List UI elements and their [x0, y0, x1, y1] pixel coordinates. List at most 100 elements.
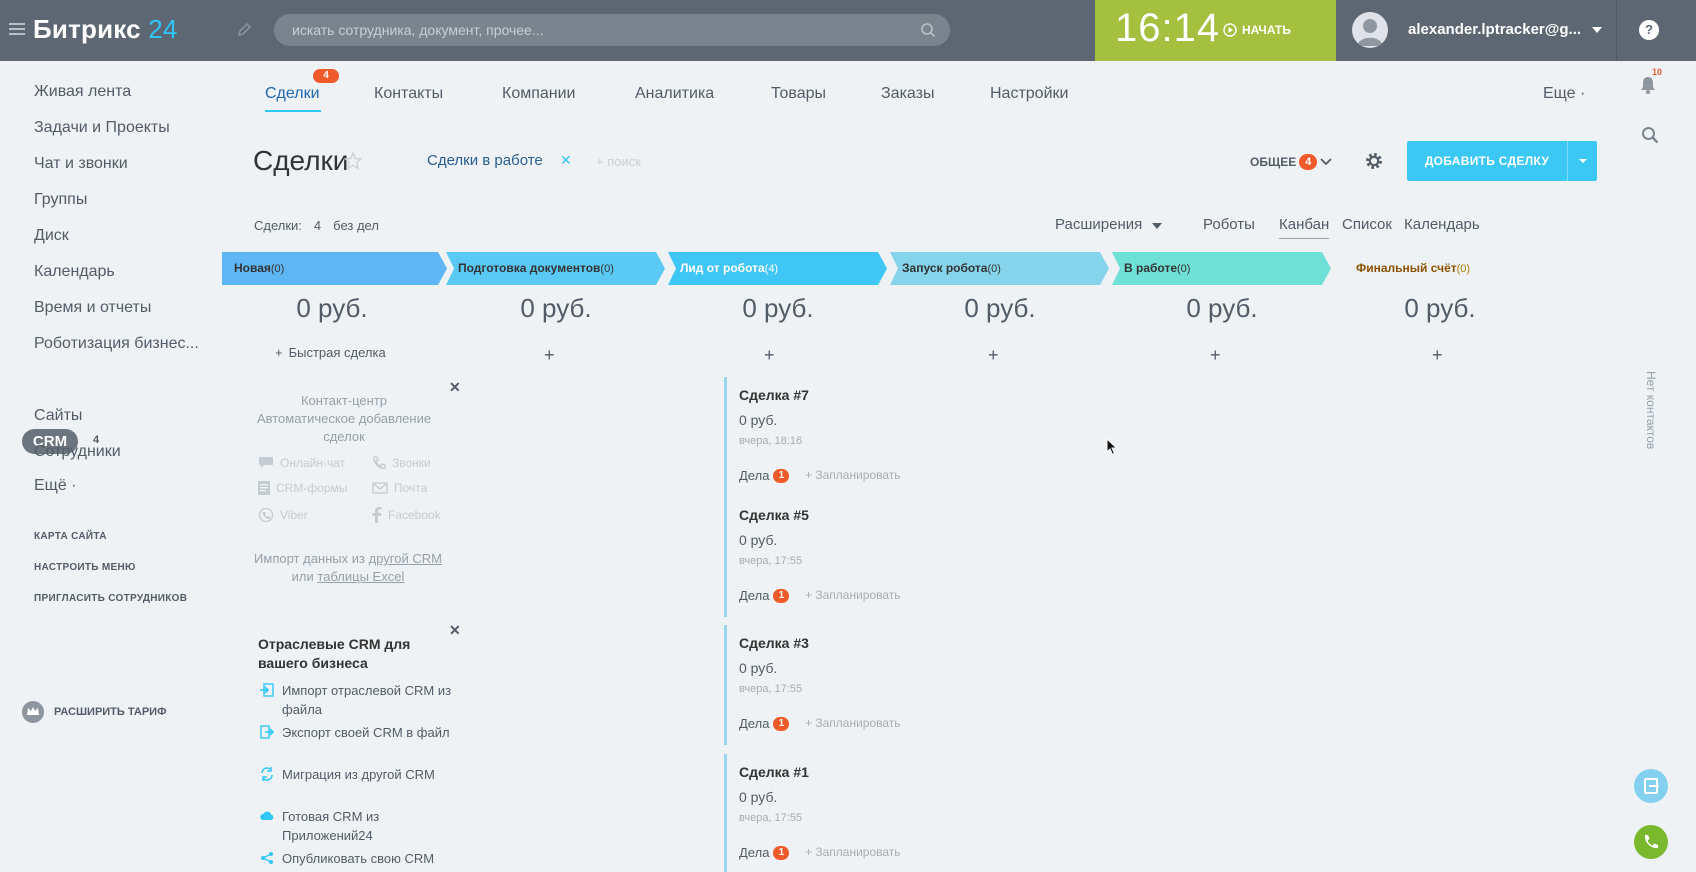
- robots-button[interactable]: Роботы: [1203, 216, 1255, 233]
- import-other-crm-link[interactable]: другой CRM: [369, 551, 442, 566]
- deal-title[interactable]: Сделка #1: [739, 764, 809, 780]
- open-lines-button[interactable]: [1634, 769, 1668, 803]
- view-list[interactable]: Список: [1342, 216, 1392, 233]
- channel-online-chat[interactable]: Онлайн-чат: [258, 456, 345, 470]
- stage-new[interactable]: Новая(0): [222, 252, 448, 285]
- import-industry-crm-link[interactable]: Импорт отраслевой CRM из файла: [260, 681, 460, 719]
- sidebar-item-groups[interactable]: Группы: [34, 191, 87, 209]
- deal-card[interactable]: Сделка #1 0 руб. вчера, 17:55 Дела 1 + За…: [724, 754, 944, 872]
- tab-companies[interactable]: Компании: [502, 85, 576, 103]
- sitemap-link[interactable]: КАРТА САЙТА: [34, 531, 107, 542]
- tab-deals-badge: 4: [313, 69, 339, 83]
- deal-card[interactable]: Сделка #7 0 руб. вчера, 18:16 Дела 1 + За…: [724, 377, 944, 497]
- tabs-more-button[interactable]: Еще ·: [1543, 85, 1585, 103]
- sidebar-item-more[interactable]: Ещё ·: [34, 477, 77, 495]
- add-deal-plus[interactable]: +: [1432, 345, 1443, 366]
- tab-orders[interactable]: Заказы: [881, 85, 934, 103]
- export-crm-link[interactable]: Экспорт своей CRM в файл: [260, 723, 460, 742]
- plan-activity-link[interactable]: + Запланировать: [805, 588, 901, 602]
- sidebar-item-live-feed[interactable]: Живая лента: [34, 83, 131, 101]
- sidebar-item-disk[interactable]: Диск: [34, 227, 69, 245]
- logo[interactable]: Битрикс 24: [33, 14, 178, 45]
- activity-badge: 1: [773, 845, 790, 860]
- call-button[interactable]: [1634, 825, 1668, 859]
- add-deal-plus[interactable]: +: [764, 345, 775, 366]
- market-crm-link[interactable]: Готовая CRM из Приложений24: [260, 807, 460, 845]
- channel-viber[interactable]: Viber: [258, 507, 308, 523]
- start-button[interactable]: НАЧАТЬ: [1223, 21, 1291, 39]
- tab-settings[interactable]: Настройки: [990, 85, 1068, 103]
- channel-facebook[interactable]: Facebook: [372, 507, 441, 523]
- search-input[interactable]: искать сотрудника, документ, прочее...: [274, 14, 950, 46]
- deal-activities[interactable]: Дела 1: [739, 588, 790, 603]
- sidebar-item-robotization[interactable]: Роботизация бизнес...: [34, 335, 199, 353]
- add-deal-plus[interactable]: +: [1210, 345, 1221, 366]
- invite-employees-link[interactable]: ПРИГЛАСИТЬ СОТРУДНИКОВ: [34, 593, 187, 604]
- stage-final-invoice[interactable]: Финальный счёт(0): [1334, 252, 1570, 285]
- add-deal-plus[interactable]: +: [988, 345, 999, 366]
- avatar[interactable]: [1352, 12, 1388, 48]
- gear-icon[interactable]: [1364, 151, 1384, 171]
- filter-clear-icon[interactable]: ✕: [560, 152, 572, 169]
- filter-preset[interactable]: Сделки в работе: [427, 152, 543, 169]
- channel-mail[interactable]: Почта: [372, 481, 427, 495]
- sidebar-item-employees[interactable]: Сотрудники: [34, 443, 121, 461]
- channel-crm-forms[interactable]: CRM-формы: [258, 481, 347, 495]
- close-icon[interactable]: ✕: [449, 379, 461, 396]
- sidebar-item-time-reports[interactable]: Время и отчеты: [34, 299, 151, 317]
- deal-activities[interactable]: Дела 1: [739, 468, 790, 483]
- bell-icon[interactable]: [1640, 76, 1656, 94]
- add-deal-plus[interactable]: +: [544, 345, 555, 366]
- view-calendar[interactable]: Календарь: [1404, 216, 1480, 233]
- user-menu[interactable]: alexander.lptracker@g...: [1336, 0, 1616, 61]
- chevron-down-icon[interactable]: [1592, 27, 1602, 33]
- search-icon[interactable]: [920, 22, 936, 38]
- stage-robot-lead[interactable]: Лид от робота(4): [668, 252, 888, 285]
- publish-crm-link[interactable]: Опубликовать свою CRM: [260, 849, 460, 868]
- sidebar-item-chat[interactable]: Чат и звонки: [34, 155, 128, 173]
- plan-activity-link[interactable]: + Запланировать: [805, 845, 901, 859]
- plan-activity-link[interactable]: + Запланировать: [805, 716, 901, 730]
- pencil-icon[interactable]: [236, 22, 252, 38]
- channel-calls[interactable]: Звонки: [372, 456, 431, 470]
- tab-deals[interactable]: Сделки: [265, 85, 320, 103]
- deal-activities[interactable]: Дела 1: [739, 716, 790, 731]
- search-icon[interactable]: [1641, 126, 1659, 144]
- extensions-button[interactable]: Расширения: [1055, 216, 1142, 233]
- sidebar-item-calendar[interactable]: Календарь: [34, 263, 115, 281]
- sidebar-item-tasks[interactable]: Задачи и Проекты: [34, 119, 170, 137]
- tab-products[interactable]: Товары: [771, 85, 826, 103]
- extend-tariff-button[interactable]: РАСШИРИТЬ ТАРИФ: [22, 701, 166, 723]
- deal-title[interactable]: Сделка #5: [739, 507, 809, 523]
- configure-menu-link[interactable]: НАСТРОИТЬ МЕНЮ: [34, 562, 136, 573]
- sidebar-item-sites[interactable]: Сайты: [34, 407, 82, 425]
- view-kanban[interactable]: Канбан: [1279, 216, 1330, 239]
- deal-title[interactable]: Сделка #3: [739, 635, 809, 651]
- stage-docs[interactable]: Подготовка документов(0): [446, 252, 666, 285]
- plan-activity-link[interactable]: + Запланировать: [805, 468, 901, 482]
- stage-in-work[interactable]: В работе(0): [1112, 252, 1332, 285]
- chat-icon: [1644, 778, 1659, 794]
- add-deal-button[interactable]: ДОБАВИТЬ СДЕЛКУ: [1407, 141, 1597, 181]
- deal-activities[interactable]: Дела 1: [739, 845, 790, 860]
- stage-title: Лид от робота(4): [680, 261, 779, 275]
- deal-title[interactable]: Сделка #7: [739, 387, 809, 403]
- chevron-down-icon[interactable]: [1152, 223, 1162, 229]
- worktime-widget[interactable]: 16:14 НАЧАТЬ: [1095, 0, 1336, 61]
- migration-link[interactable]: Миграция из другой CRM: [260, 765, 460, 784]
- quick-deal-button[interactable]: + Быстрая сделка: [275, 345, 386, 360]
- filter-search[interactable]: + поиск: [596, 154, 641, 169]
- add-deal-dropdown[interactable]: [1567, 141, 1597, 181]
- stage-robot-start[interactable]: Запуск робота(0): [890, 252, 1110, 285]
- category-selector[interactable]: ОБЩЕЕ 4: [1250, 154, 1332, 170]
- close-icon[interactable]: ✕: [449, 622, 461, 639]
- import-excel-link[interactable]: таблицы Excel: [317, 569, 404, 584]
- counter-suffix[interactable]: без дел: [333, 218, 379, 233]
- deal-card[interactable]: Сделка #3 0 руб. вчера, 17:55 Дела 1 + За…: [724, 625, 944, 745]
- deal-card[interactable]: Сделка #5 0 руб. вчера, 17:55 Дела 1 + За…: [724, 497, 944, 617]
- menu-icon[interactable]: [8, 20, 26, 38]
- help-icon[interactable]: ?: [1639, 20, 1659, 40]
- tab-analytics[interactable]: Аналитика: [635, 85, 714, 103]
- star-icon[interactable]: [343, 151, 363, 171]
- tab-contacts[interactable]: Контакты: [374, 85, 443, 103]
